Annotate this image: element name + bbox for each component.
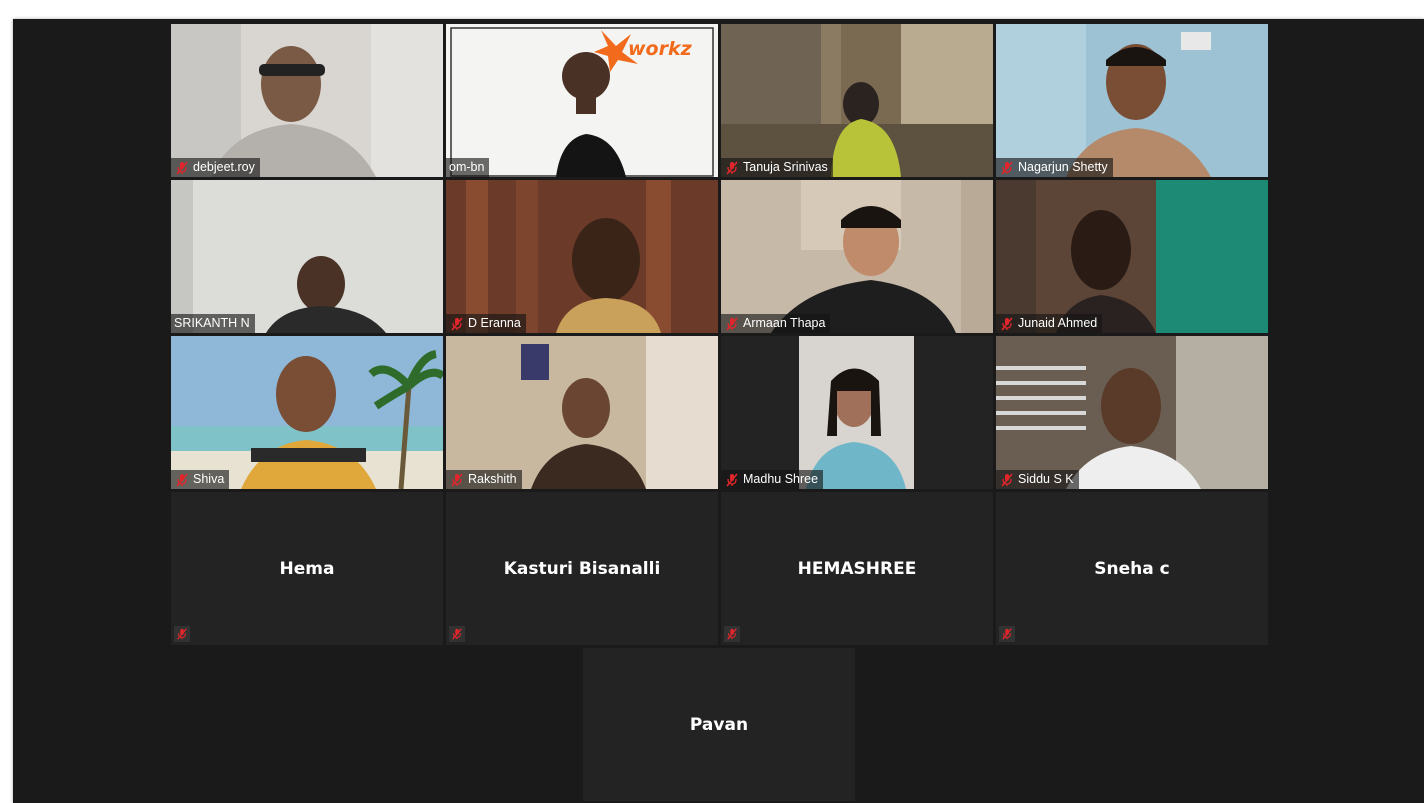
- participant-name-tag: Siddu S K: [996, 470, 1079, 489]
- participant-name: Madhu Shree: [743, 472, 819, 486]
- participant-name-tag: om-bn: [446, 158, 490, 177]
- video-feed: [171, 336, 443, 489]
- participant-name-tag: Rakshith: [446, 470, 522, 489]
- microphone-muted-icon: [725, 160, 739, 175]
- video-feed: [171, 24, 443, 177]
- participant-tile-shiva[interactable]: Shiva: [171, 336, 443, 489]
- participant-name: Siddu S K: [1018, 472, 1074, 486]
- participant-name: Sneha c: [1094, 558, 1170, 579]
- video-feed: [446, 180, 718, 333]
- participant-tile-hemashree[interactable]: HEMASHREE: [721, 492, 993, 645]
- participant-tile-madhu-shree[interactable]: Madhu Shree: [721, 336, 993, 489]
- microphone-muted-icon: [450, 472, 464, 487]
- participant-name: om-bn: [449, 160, 485, 174]
- participant-name: Rakshith: [468, 472, 517, 486]
- brand-logo: workz: [628, 38, 692, 60]
- microphone-muted-icon: [174, 626, 190, 642]
- participant-tile-hema[interactable]: Hema: [171, 492, 443, 645]
- participant-tile-pavan[interactable]: Pavan: [583, 648, 855, 801]
- microphone-muted-icon: [1000, 472, 1014, 487]
- participant-tile-d-eranna[interactable]: D Eranna: [446, 180, 718, 333]
- participant-name-tag: D Eranna: [446, 314, 526, 333]
- gallery-view: debjeet.roy workz om-bn Tanuja Srinivas …: [13, 19, 1424, 803]
- participant-name: Hema: [279, 558, 335, 579]
- participant-tile-siddu-s-k[interactable]: Siddu S K: [996, 336, 1268, 489]
- participant-tile-kasturi-bisanalli[interactable]: Kasturi Bisanalli: [446, 492, 718, 645]
- video-feed: [446, 336, 718, 489]
- participant-name-tag: SRIKANTH N: [171, 314, 255, 333]
- participant-name: debjeet.roy: [193, 160, 255, 174]
- participant-name-tag: Madhu Shree: [721, 470, 824, 489]
- participant-tile-debjeet-roy[interactable]: debjeet.roy: [171, 24, 443, 177]
- participant-name-tag: Tanuja Srinivas: [721, 158, 833, 177]
- participant-name: Armaan Thapa: [743, 316, 826, 330]
- video-feed: [996, 180, 1268, 333]
- participant-name-tag: Nagarjun Shetty: [996, 158, 1113, 177]
- microphone-muted-icon: [1000, 160, 1014, 175]
- microphone-muted-icon: [449, 626, 465, 642]
- microphone-muted-icon: [725, 472, 739, 487]
- participant-tile-srikanth-n[interactable]: SRIKANTH N: [171, 180, 443, 333]
- video-feed: [721, 24, 993, 177]
- participant-tile-nagarjun-shetty[interactable]: Nagarjun Shetty: [996, 24, 1268, 177]
- video-feed: [721, 336, 993, 489]
- microphone-muted-icon: [175, 472, 189, 487]
- participant-name: D Eranna: [468, 316, 521, 330]
- video-feed: [721, 180, 993, 333]
- participant-tile-junaid-ahmed[interactable]: Junaid Ahmed: [996, 180, 1268, 333]
- participant-name: Pavan: [689, 714, 749, 735]
- participant-tile-rakshith[interactable]: Rakshith: [446, 336, 718, 489]
- microphone-muted-icon: [450, 316, 464, 331]
- participant-name: Tanuja Srinivas: [743, 160, 828, 174]
- participant-tile-tanuja-srinivas[interactable]: Tanuja Srinivas: [721, 24, 993, 177]
- participant-name-tag: Shiva: [171, 470, 230, 489]
- participant-name-tag: debjeet.roy: [171, 158, 260, 177]
- participant-name: Nagarjun Shetty: [1018, 160, 1108, 174]
- participant-tile-om-bn[interactable]: workz om-bn: [446, 24, 718, 177]
- participant-tile-armaan-thapa[interactable]: Armaan Thapa: [721, 180, 993, 333]
- participant-name: SRIKANTH N: [174, 316, 250, 330]
- microphone-muted-icon: [725, 316, 739, 331]
- participant-name-tag: Junaid Ahmed: [996, 314, 1103, 333]
- participant-name: HEMASHREE: [797, 558, 917, 579]
- participant-name-tag: Armaan Thapa: [721, 314, 831, 333]
- microphone-muted-icon: [724, 626, 740, 642]
- video-feed: [996, 336, 1268, 489]
- video-feed: [171, 180, 443, 333]
- microphone-muted-icon: [175, 160, 189, 175]
- participant-name: Shiva: [193, 472, 225, 486]
- video-feed: [996, 24, 1268, 177]
- participant-tile-sneha-c[interactable]: Sneha c: [996, 492, 1268, 645]
- participant-name: Junaid Ahmed: [1018, 316, 1098, 330]
- microphone-muted-icon: [999, 626, 1015, 642]
- participant-name: Kasturi Bisanalli: [503, 558, 661, 579]
- microphone-muted-icon: [1000, 316, 1014, 331]
